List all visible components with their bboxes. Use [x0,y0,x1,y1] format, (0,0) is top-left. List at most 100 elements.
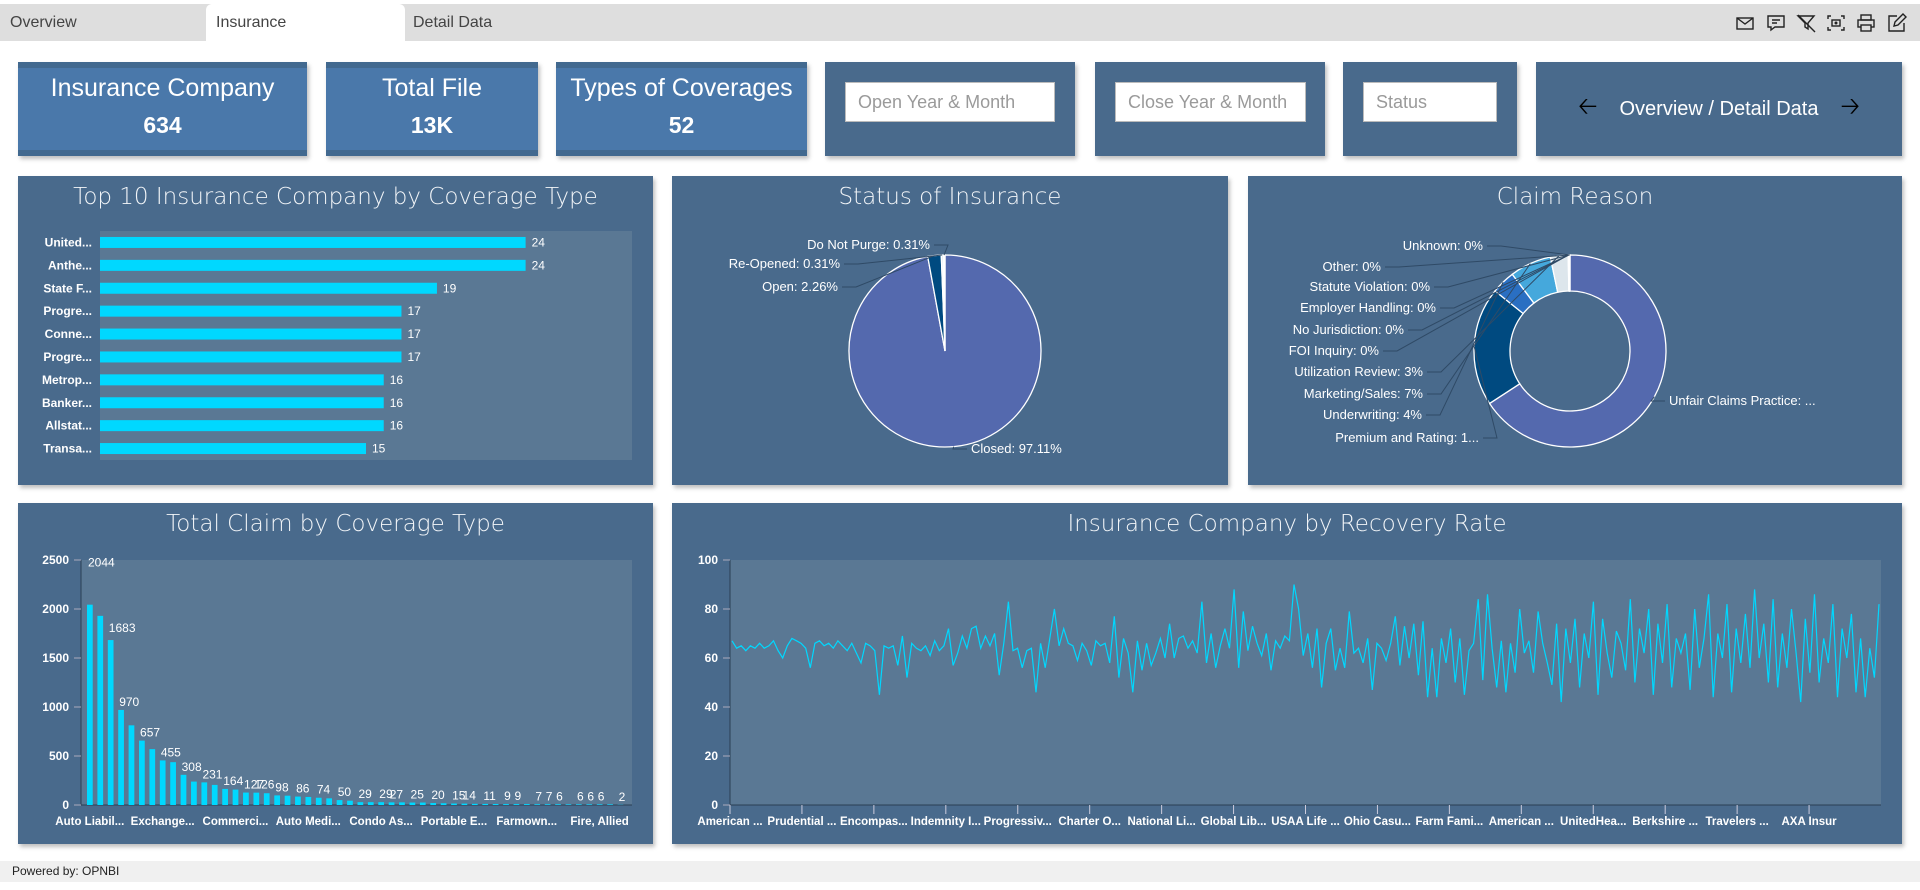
bar [180,774,187,805]
bar [100,351,402,363]
envelope-icon[interactable] [1734,12,1756,34]
slice-label: Marketing/Sales: 7% [1304,386,1424,401]
open-year-month-input[interactable] [845,82,1055,122]
open-date-filter-card [825,62,1075,156]
data-label: 11 [483,789,496,803]
slice-label: Utilization Review: 3% [1294,364,1423,379]
slice-label: No Jurisdiction: 0% [1293,322,1405,337]
bar [295,796,301,805]
data-label: 74 [317,783,331,797]
bar [100,374,384,386]
bar [503,804,509,805]
bar [544,804,551,805]
slice-label: Underwriting: 4% [1323,407,1422,422]
filter-off-icon[interactable] [1795,12,1817,34]
bar [326,798,333,805]
data-label: 1683 [109,621,136,635]
kpi-title: Types of Coverages [570,74,793,102]
category-label: Transa... [43,442,92,456]
kpi-value: 52 [668,112,695,138]
close-year-month-input[interactable] [1115,82,1306,122]
arrow-right-icon[interactable]: 🡢 [1840,89,1859,130]
data-label: 98 [275,780,289,794]
edit-icon[interactable] [1885,12,1907,34]
total-claim-bar-chart: 0 500 1000 1500 2000 2500 2044 1683 970 657455308… [42,553,632,828]
bar [191,781,197,805]
bar [513,804,520,805]
bar [100,420,384,432]
slice-label: Unknown: 0% [1403,238,1484,253]
y-tick-label: 1500 [42,651,69,665]
bar [388,802,395,805]
kpi-value: 13K [410,112,454,138]
bar [430,803,437,805]
x-tick-label: Auto Liabil... [55,816,124,828]
data-label: 6 [577,789,584,803]
tab-detail-data[interactable]: Detail Data [403,4,563,41]
status-input[interactable] [1363,82,1497,122]
leader-line [934,244,949,256]
bar [471,803,478,805]
tab-overview[interactable]: Overview [0,4,170,41]
bar [100,397,384,409]
x-tick-label: Indemnity I... [911,816,981,828]
data-label: 24 [532,235,546,249]
x-tick-label: Prudential ... [767,816,836,828]
arrow-left-icon[interactable]: 🡠 [1578,89,1597,130]
data-label: 164 [223,774,243,788]
slice-label: Employer Handling: 0% [1300,300,1436,315]
bar [565,804,572,805]
data-label: 24 [532,258,546,272]
kpi-title: Total File [381,74,483,102]
category-label: Anthe... [48,258,92,272]
chart-title: Insurance Company by Recovery Rate [1067,511,1507,537]
claim-reason-panel: Unfair Claims Practice: ... Premium and R… [1248,176,1902,485]
y-tick-label: 0 [62,798,69,812]
data-label: 25 [411,788,425,802]
x-tick-label: Encompas... [840,816,908,828]
bar [336,800,343,805]
data-label: 7 [546,789,553,803]
data-label: 6 [598,789,605,803]
bar [222,788,228,805]
bar [263,793,270,805]
bar [211,784,218,805]
comment-icon[interactable] [1765,12,1787,34]
bar [399,802,405,805]
top-insurance-company-panel: 24 United... 24 Anthe... 19 State F... 17 Progr… [18,176,653,485]
bar [118,709,124,805]
slice-label: Do Not Purge: 0.31% [807,237,930,252]
x-tick-label: Charter O... [1058,816,1121,828]
data-label: 20 [431,788,445,802]
x-tick-label: Berkshire ... [1632,816,1698,828]
bar [534,804,541,805]
bar [107,640,114,805]
data-label: 657 [140,726,160,740]
data-label: 16 [390,419,404,433]
slice-label: FOI Inquiry: 0% [1289,343,1380,358]
bar [482,803,489,805]
data-label: 9 [515,789,522,803]
tab-bar: Overview Insurance Detail Data [0,4,1920,41]
bar [409,802,416,805]
bar [243,792,249,805]
tab-insurance[interactable]: Insurance [206,4,405,41]
kpi-types-of-coverages: Types of Coverages 52 [556,62,807,156]
bar [419,802,426,805]
bar [97,615,104,805]
nav-label[interactable]: Overview / Detail Data [1620,98,1819,121]
x-tick-label: Progressiv... [984,816,1052,828]
x-tick-label: Farmown... [496,816,557,828]
kpi-title: Insurance Company [50,74,275,102]
bar [232,789,239,805]
bar [170,762,176,805]
data-label: 86 [296,782,310,796]
screenshot-icon[interactable] [1825,12,1847,34]
chart-title: Claim Reason [1496,184,1654,210]
print-icon[interactable] [1855,12,1877,34]
chart-title: Total Claim by Coverage Type [166,511,505,537]
bar [440,803,447,805]
y-tick-label: 100 [698,553,718,567]
bar [461,803,468,805]
bar [586,804,593,805]
